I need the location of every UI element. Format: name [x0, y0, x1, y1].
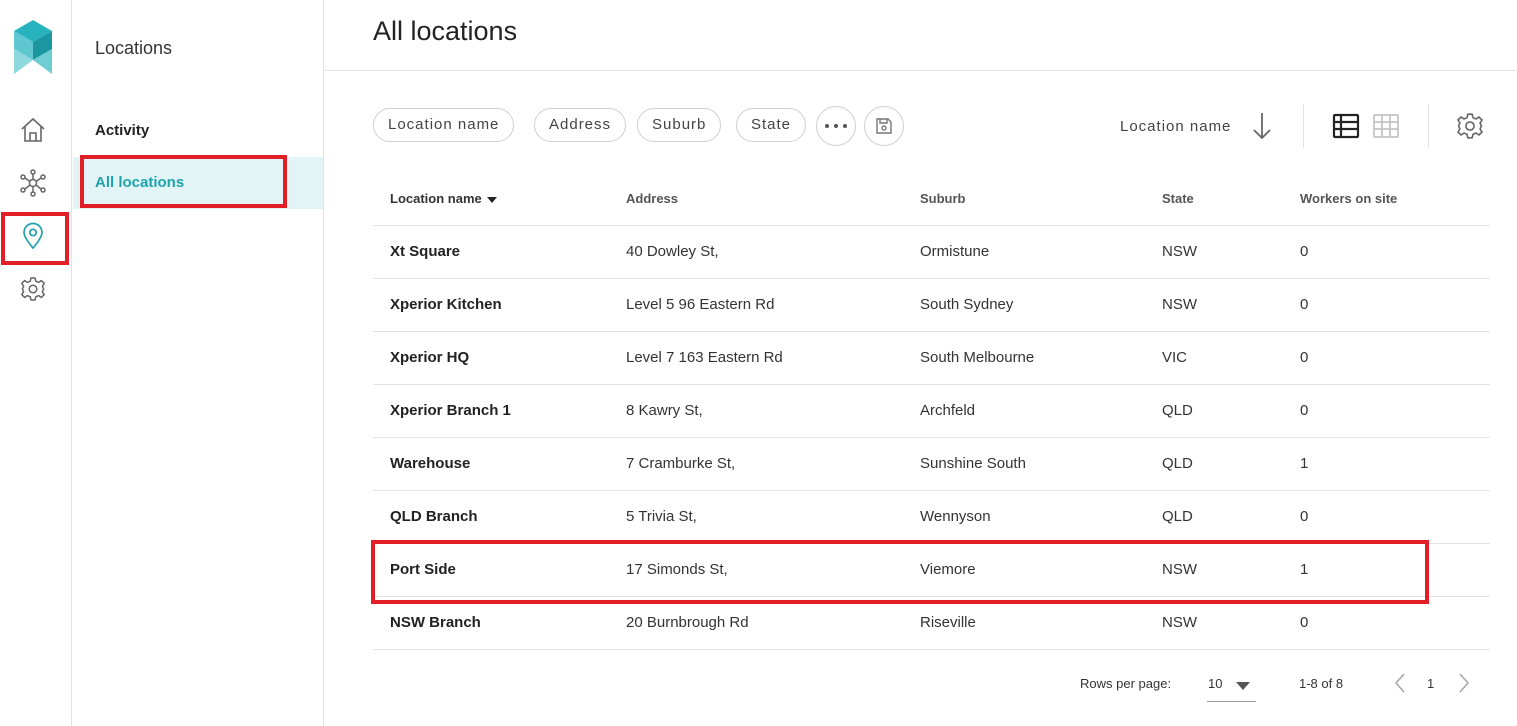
cell-location-name: QLD Branch [390, 508, 478, 525]
section-title: Locations [95, 38, 173, 58]
page-range: 1-8 of 8 [1299, 676, 1344, 691]
main-content: All locations Location name Address Subu… [325, 0, 1517, 726]
cell-suburb: Wennyson [920, 508, 991, 525]
cell-suburb: South Sydney [920, 296, 1014, 313]
cell-suburb: Viemore [920, 561, 976, 578]
cell-address: 20 Burnbrough Rd [626, 614, 749, 631]
save-icon [876, 118, 892, 134]
rows-per-page-select[interactable]: 10 [1207, 668, 1256, 702]
cell-workers-on-site: 1 [1300, 561, 1309, 578]
cell-location-name: Warehouse [390, 455, 471, 472]
column-header-suburb[interactable]: Suburb [920, 173, 966, 225]
cell-workers-on-site: 0 [1300, 614, 1309, 631]
filter-chip-location-name[interactable]: Location name [373, 108, 515, 142]
cell-address: 7 Cramburke St, [626, 455, 736, 472]
rail-home-button[interactable] [14, 111, 52, 149]
filter-chip-suburb[interactable]: Suburb [637, 108, 722, 142]
cell-suburb: Archfeld [920, 402, 976, 419]
cell-location-name: Port Side [390, 561, 456, 578]
grid-view-icon[interactable] [1372, 112, 1400, 140]
cell-location-name: Xperior Branch 1 [390, 402, 511, 419]
cell-state: NSW [1162, 561, 1197, 578]
cell-location-name: Xperior HQ [390, 349, 470, 366]
app-logo[interactable] [14, 20, 52, 74]
table-row[interactable]: Warehouse 7 Cramburke St, Sunshine South… [373, 438, 1490, 491]
cell-workers-on-site: 0 [1300, 349, 1309, 366]
toolbar-divider [1428, 104, 1429, 148]
cell-workers-on-site: 0 [1300, 296, 1309, 313]
home-icon [21, 117, 45, 142]
rail-locations-button[interactable] [14, 217, 52, 255]
table-row-port-side[interactable]: Port Side 17 Simonds St, Viemore NSW 1 [373, 544, 1490, 597]
rows-per-page-label: Rows per page: [1080, 676, 1172, 691]
subnav-item-activity[interactable]: Activity [73, 105, 323, 157]
rail-network-button[interactable] [14, 164, 52, 202]
cell-location-name: Xperior Kitchen [390, 296, 502, 313]
cell-workers-on-site: 0 [1300, 402, 1309, 419]
cell-workers-on-site: 0 [1300, 243, 1309, 260]
sort-direction-arrow-icon[interactable] [1251, 110, 1273, 142]
filter-chip-state[interactable]: State [736, 108, 807, 142]
table-header: Location name Address Suburb State Worke… [373, 173, 1490, 226]
cell-address: 8 Kawry St, [626, 402, 703, 419]
cell-state: QLD [1162, 402, 1193, 419]
table-row[interactable]: Xperior Branch 1 8 Kawry St, Archfeld QL… [373, 385, 1490, 438]
header-divider [325, 70, 1517, 71]
cell-address: 17 Simonds St, [626, 561, 728, 578]
network-icon [20, 169, 46, 197]
rows-per-page-value: 10 [1208, 676, 1223, 691]
cell-state: QLD [1162, 508, 1193, 525]
more-filters-button[interactable] [816, 106, 856, 146]
current-page: 1 [1427, 676, 1435, 691]
section-nav: Locations Activity All locations [73, 0, 324, 726]
save-filter-button[interactable] [864, 106, 904, 146]
cell-address: Level 7 163 Eastern Rd [626, 349, 783, 366]
cell-address: Level 5 96 Eastern Rd [626, 296, 775, 313]
sort-caret-icon [486, 196, 497, 203]
locations-table: Location name Address Suburb State Worke… [373, 173, 1490, 650]
cell-state: QLD [1162, 455, 1193, 472]
sort-label[interactable]: Location name [1120, 118, 1231, 135]
list-view-icon[interactable] [1332, 112, 1360, 140]
location-pin-icon [23, 222, 43, 250]
cell-suburb: Sunshine South [920, 455, 1026, 472]
cell-address: 40 Dowley St, [626, 243, 719, 260]
table-settings-gear-icon[interactable] [1455, 111, 1485, 141]
column-header-address[interactable]: Address [626, 173, 678, 225]
app-rail [0, 0, 72, 726]
cell-suburb: South Melbourne [920, 349, 1035, 366]
table-row[interactable]: Xperior HQ Level 7 163 Eastern Rd South … [373, 332, 1490, 385]
gear-icon [20, 277, 46, 301]
previous-page-icon[interactable] [1389, 670, 1413, 696]
table-row[interactable]: QLD Branch 5 Trivia St, Wennyson QLD 0 [373, 491, 1490, 544]
column-header-workers-on-site[interactable]: Workers on site [1300, 173, 1397, 225]
column-header-location-name[interactable]: Location name [390, 173, 497, 225]
subnav-item-all-locations[interactable]: All locations [73, 157, 323, 209]
cell-workers-on-site: 1 [1300, 455, 1309, 472]
filter-chip-address[interactable]: Address [534, 108, 627, 142]
column-header-state[interactable]: State [1162, 173, 1194, 225]
cell-state: NSW [1162, 296, 1197, 313]
next-page-icon[interactable] [1451, 670, 1475, 696]
chevron-down-icon [1236, 682, 1250, 690]
cell-state: NSW [1162, 243, 1197, 260]
table-row[interactable]: Xperior Kitchen Level 5 96 Eastern Rd So… [373, 279, 1490, 332]
cell-address: 5 Trivia St, [626, 508, 697, 525]
toolbar-divider [1303, 104, 1304, 148]
cell-suburb: Ormistune [920, 243, 990, 260]
table-row[interactable]: Xt Square 40 Dowley St, Ormistune NSW 0 [373, 226, 1490, 279]
more-dots-icon [825, 124, 847, 128]
cell-state: VIC [1162, 349, 1188, 366]
table-row[interactable]: NSW Branch 20 Burnbrough Rd Riseville NS… [373, 597, 1490, 650]
page-title: All locations [373, 16, 518, 46]
cell-state: NSW [1162, 614, 1197, 631]
cell-workers-on-site: 0 [1300, 508, 1309, 525]
cell-location-name: Xt Square [390, 243, 461, 260]
cell-suburb: Riseville [920, 614, 976, 631]
cell-location-name: NSW Branch [390, 614, 481, 631]
rail-settings-button[interactable] [14, 270, 52, 308]
